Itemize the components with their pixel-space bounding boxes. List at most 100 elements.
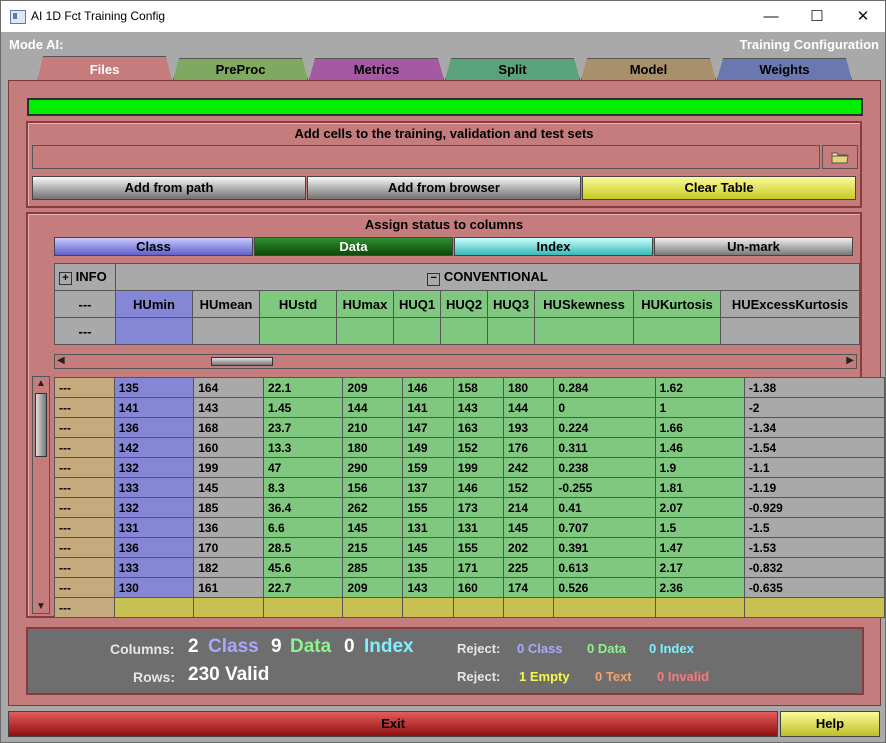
table-cell[interactable]: -1.54	[743, 437, 886, 458]
table-cell[interactable]: 1.47	[654, 537, 745, 558]
table-cell[interactable]: 137	[402, 477, 454, 498]
table-cell[interactable]: 155	[402, 497, 454, 518]
table-cell[interactable]: -1.38	[743, 377, 886, 398]
table-cell[interactable]	[452, 597, 505, 618]
table-cell[interactable]: 210	[342, 417, 404, 438]
mark-class-button[interactable]: Class	[54, 237, 253, 256]
table-cell[interactable]: ---	[54, 537, 115, 558]
add-from-path-button[interactable]: Add from path	[32, 176, 306, 200]
horizontal-scrollbar[interactable]: ◀ ▶	[54, 354, 857, 369]
table-cell[interactable]: 159	[402, 457, 454, 478]
table-cell[interactable]	[402, 597, 454, 618]
table-cell[interactable]: ---	[54, 557, 115, 578]
tab-model[interactable]: Model	[581, 58, 716, 80]
table-cell[interactable]: 132	[113, 497, 195, 518]
table-cell[interactable]: 136	[193, 517, 264, 538]
table-cell[interactable]: 209	[342, 577, 404, 598]
table-cell[interactable]: 142	[113, 437, 195, 458]
table-cell[interactable]: 2.36	[654, 577, 745, 598]
table-cell[interactable]: 164	[193, 377, 264, 398]
info-group-header[interactable]: + INFO	[54, 263, 116, 291]
table-cell[interactable]: 13.3	[262, 437, 344, 458]
table-cell[interactable]: 199	[452, 457, 505, 478]
table-cell[interactable]: 290	[342, 457, 404, 478]
table-cell[interactable]: -1.19	[743, 477, 886, 498]
table-cell[interactable]: 1.81	[654, 477, 745, 498]
table-cell[interactable]: 176	[503, 437, 555, 458]
table-cell[interactable]: 136	[113, 417, 195, 438]
table-cell[interactable]: 145	[193, 477, 264, 498]
table-cell[interactable]: 145	[503, 517, 555, 538]
table-cell[interactable]: 132	[113, 457, 195, 478]
vertical-scroll-thumb[interactable]	[35, 393, 47, 457]
table-cell[interactable]: 163	[452, 417, 505, 438]
table-cell[interactable]: 149	[402, 437, 454, 458]
mark-data-button[interactable]: Data	[254, 237, 453, 256]
column-status-huq1[interactable]	[393, 317, 441, 345]
exit-button[interactable]: Exit	[8, 711, 778, 737]
table-cell[interactable]: 1.45	[262, 397, 344, 418]
table-cell[interactable]: 0.284	[553, 377, 656, 398]
table-cell[interactable]: 143	[452, 397, 505, 418]
table-cell[interactable]: 147	[402, 417, 454, 438]
table-cell[interactable]: 1.62	[654, 377, 745, 398]
column-header-humax[interactable]: HUmax	[336, 290, 394, 318]
table-cell[interactable]: 144	[503, 397, 555, 418]
table-cell[interactable]: 0.613	[553, 557, 656, 578]
browse-folder-button[interactable]	[822, 145, 858, 169]
table-cell[interactable]: ---	[54, 597, 115, 618]
column-header-humean[interactable]: HUmean	[192, 290, 260, 318]
table-cell[interactable]: 262	[342, 497, 404, 518]
table-cell[interactable]: 145	[402, 537, 454, 558]
column-status-huexcesskurtosis[interactable]	[720, 317, 860, 345]
table-row[interactable]: --- 133 145 8.3 156 137 146 152 -0.255 1.81 -1.19	[54, 477, 886, 498]
table-cell[interactable]	[743, 597, 886, 618]
horizontal-scroll-thumb[interactable]	[211, 357, 273, 366]
tab-split[interactable]: Split	[445, 58, 580, 80]
table-cell[interactable]: ---	[54, 457, 115, 478]
table-row[interactable]: --- 136 170 28.5 215 145 155 202 0.391 1.47 -1.53	[54, 537, 886, 558]
table-cell[interactable]: 133	[113, 477, 195, 498]
table-cell[interactable]: 131	[402, 517, 454, 538]
table-cell[interactable]: 143	[402, 577, 454, 598]
table-cell[interactable]: 161	[193, 577, 264, 598]
table-cell[interactable]: 36.4	[262, 497, 344, 518]
mark-index-button[interactable]: Index	[454, 237, 653, 256]
table-cell[interactable]: 135	[402, 557, 454, 578]
table-cell[interactable]: 0.224	[553, 417, 656, 438]
table-cell[interactable]: -0.832	[743, 557, 886, 578]
table-cell[interactable]: 141	[402, 397, 454, 418]
expand-icon[interactable]: +	[59, 272, 72, 285]
table-cell[interactable]: 2.07	[654, 497, 745, 518]
path-input[interactable]	[32, 145, 820, 169]
table-cell[interactable]	[113, 597, 195, 618]
table-cell[interactable]: 202	[503, 537, 555, 558]
table-cell[interactable]: 180	[342, 437, 404, 458]
table-row[interactable]: --- 133 182 45.6 285 135 171 225 0.613 2.17 -0.832	[54, 557, 886, 578]
info-column-status[interactable]: ---	[54, 317, 116, 345]
table-cell[interactable]: 185	[193, 497, 264, 518]
table-cell[interactable]: 28.5	[262, 537, 344, 558]
table-cell[interactable]: 1.46	[654, 437, 745, 458]
column-header-huq3[interactable]: HUQ3	[487, 290, 535, 318]
table-cell[interactable]: 131	[113, 517, 195, 538]
info-column-header[interactable]: ---	[54, 290, 116, 318]
table-cell[interactable]: ---	[54, 397, 115, 418]
table-cell[interactable]: ---	[54, 497, 115, 518]
table-cell[interactable]	[503, 597, 555, 618]
table-cell[interactable]: 225	[503, 557, 555, 578]
table-cell[interactable]: 22.7	[262, 577, 344, 598]
column-status-huq3[interactable]	[487, 317, 535, 345]
table-cell[interactable]: 22.1	[262, 377, 344, 398]
table-cell[interactable]: 130	[113, 577, 195, 598]
table-cell[interactable]: -0.635	[743, 577, 886, 598]
tab-weights[interactable]: Weights	[717, 58, 852, 80]
table-row[interactable]: --- 141 143 1.45 144 141 143 144 0 1 -2	[54, 397, 886, 418]
table-cell[interactable]: ---	[54, 477, 115, 498]
table-cell[interactable]: 146	[452, 477, 505, 498]
vertical-scrollbar[interactable]: ▲ ▼	[32, 376, 50, 614]
table-cell[interactable]: 135	[113, 377, 195, 398]
table-cell[interactable]: 1	[654, 397, 745, 418]
table-cell[interactable]: 152	[452, 437, 505, 458]
scroll-right-icon[interactable]: ▶	[846, 355, 854, 366]
